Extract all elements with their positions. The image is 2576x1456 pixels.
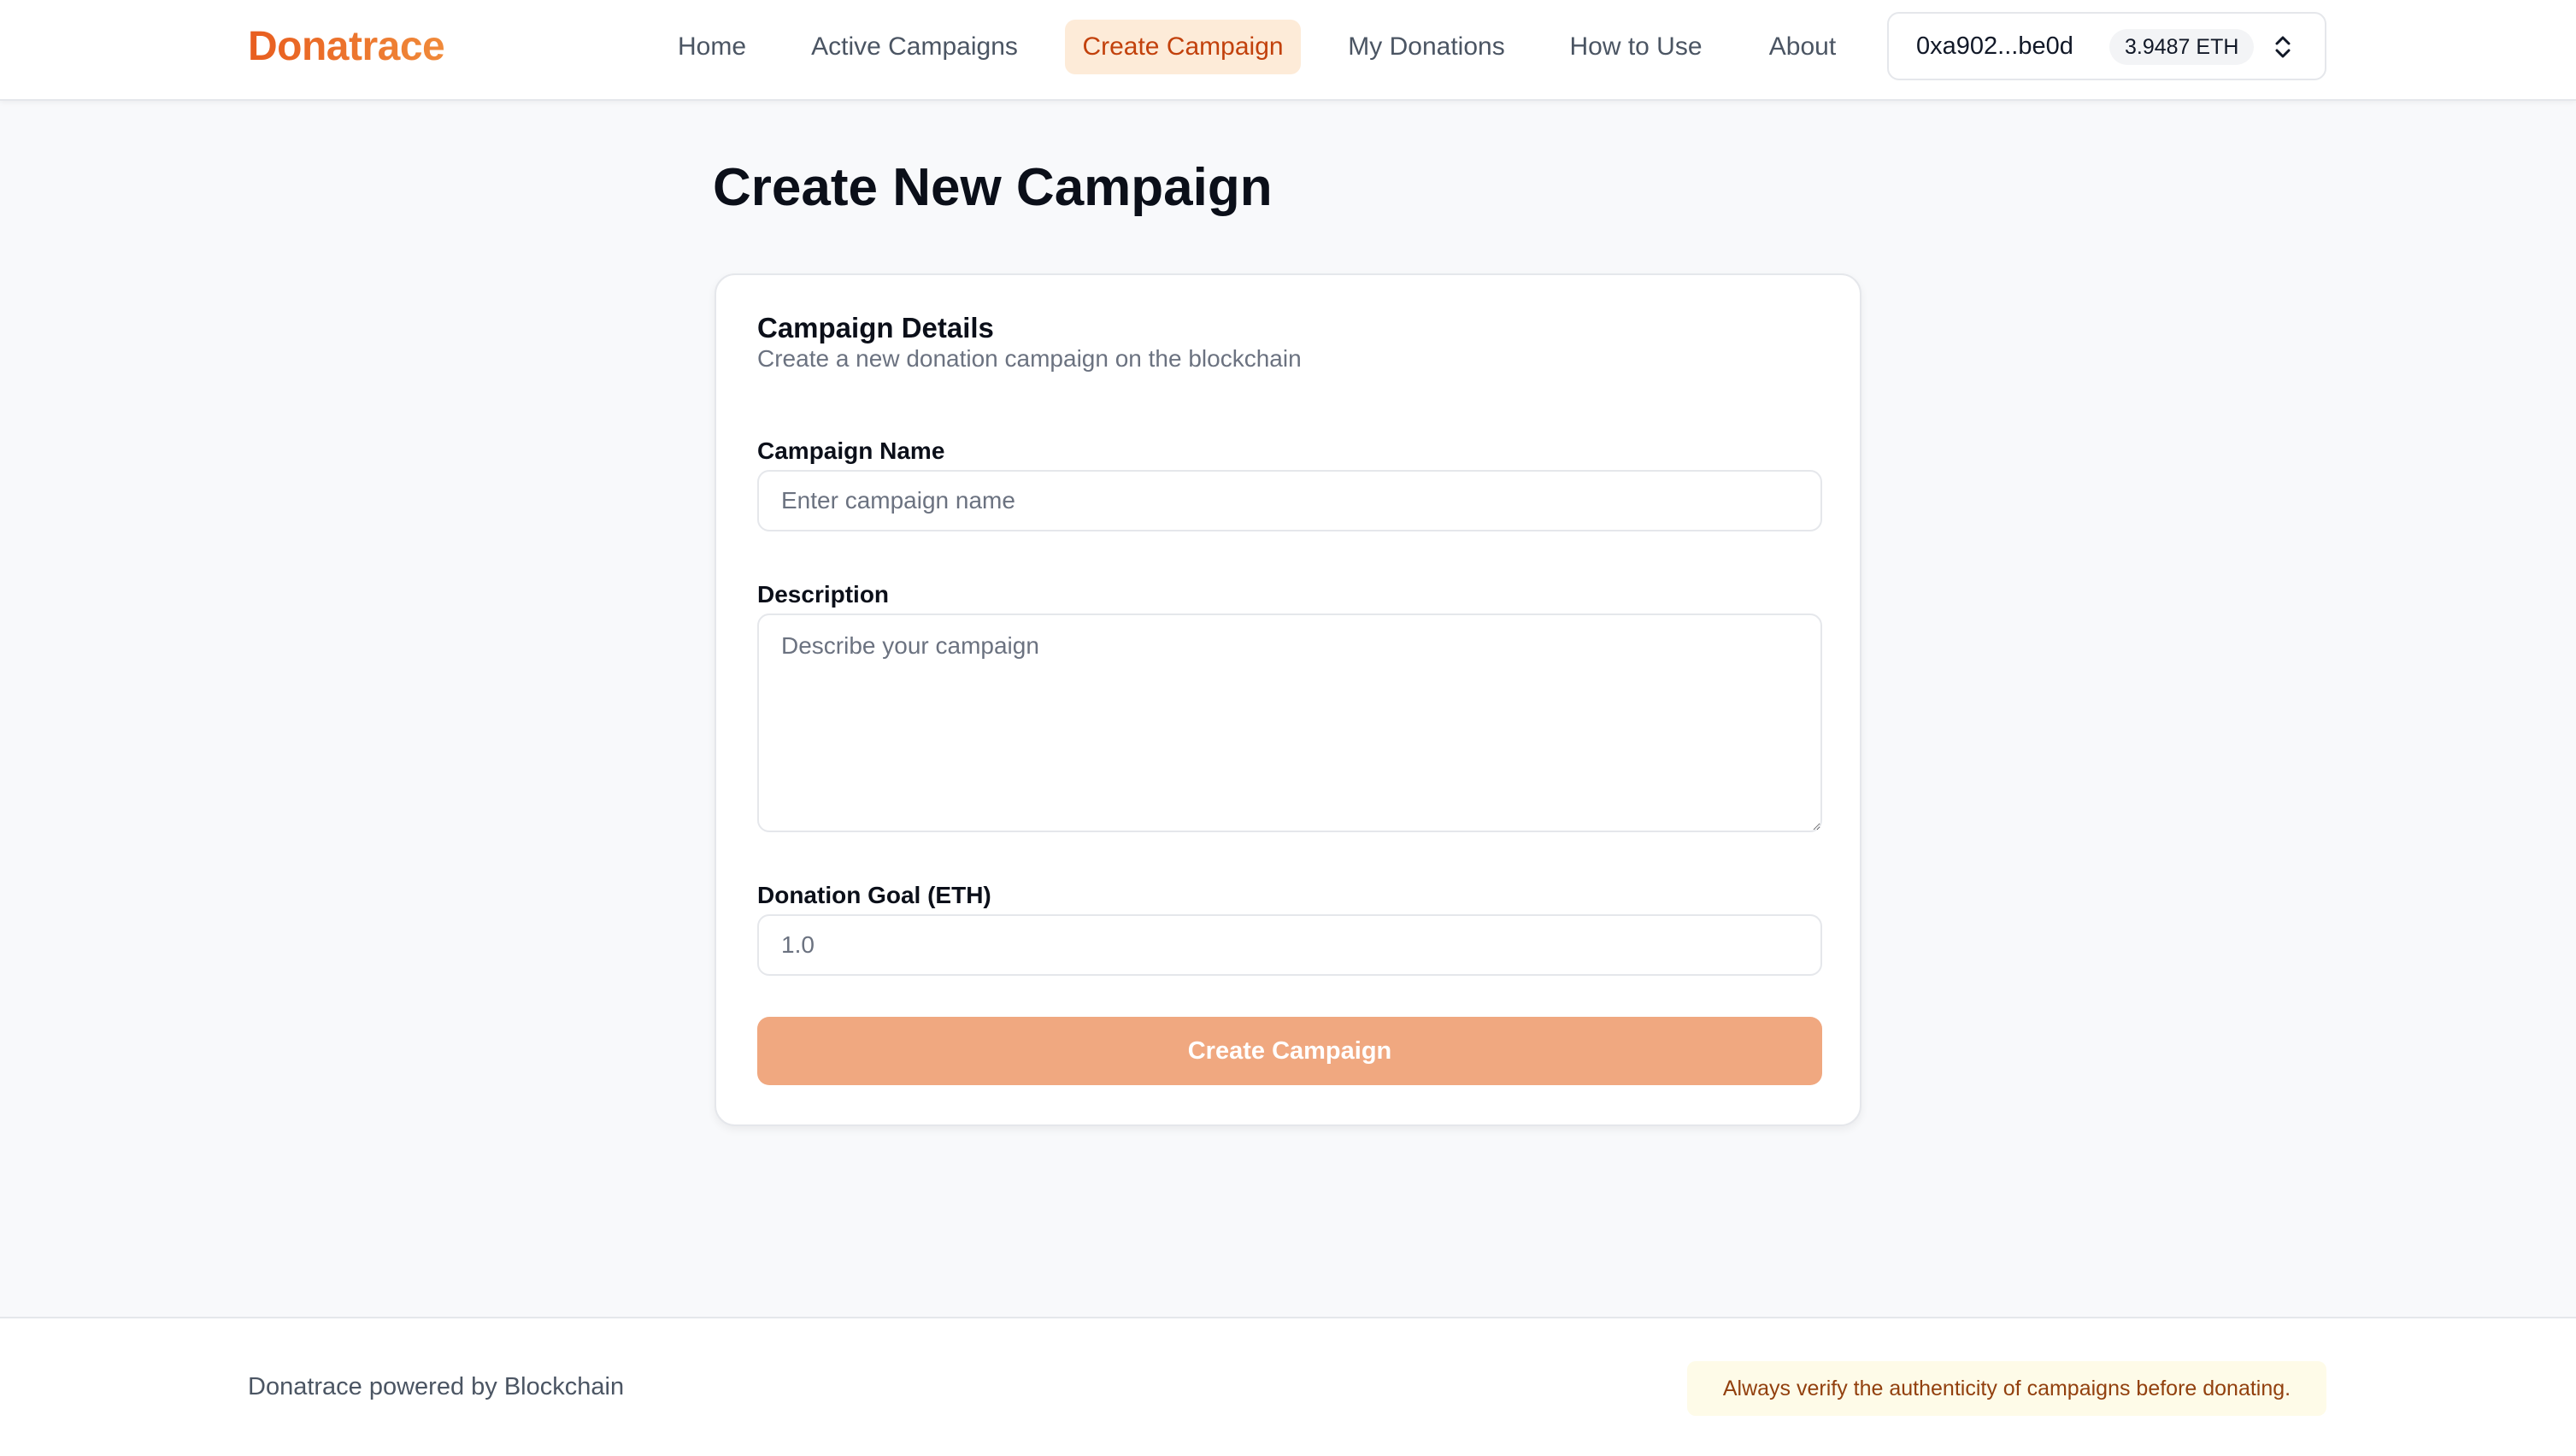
- nav-about[interactable]: About: [1749, 20, 1856, 74]
- page-title: Create New Campaign: [713, 158, 1273, 217]
- nav-how-to-use[interactable]: How to Use: [1550, 20, 1721, 74]
- campaign-details-card: Campaign Details Create a new donation c…: [715, 273, 1861, 1126]
- wallet-selector[interactable]: 0xa902...be0d 3.9487 ETH: [1887, 12, 2326, 80]
- wallet-balance-badge: 3.9487 ETH: [2109, 29, 2255, 65]
- footer-powered-by: Donatrace powered by Blockchain: [248, 1373, 625, 1400]
- campaign-name-input[interactable]: [757, 470, 1822, 531]
- campaign-name-label: Campaign Name: [757, 437, 945, 464]
- wallet-address: 0xa902...be0d: [1916, 32, 2073, 60]
- create-campaign-button[interactable]: Create Campaign: [757, 1017, 1822, 1085]
- footer-warning-banner: Always verify the authenticity of campai…: [1687, 1361, 2326, 1416]
- nav-active-campaigns[interactable]: Active Campaigns: [795, 20, 1034, 74]
- description-label: Description: [757, 581, 890, 608]
- nav-my-donations[interactable]: My Donations: [1332, 20, 1521, 74]
- nav-create-campaign[interactable]: Create Campaign: [1065, 20, 1301, 74]
- top-navbar: Donatrace Home Active Campaigns Create C…: [0, 0, 2576, 101]
- page-footer: Donatrace powered by Blockchain Always v…: [0, 1317, 2576, 1456]
- chevron-up-down-icon: [2270, 32, 2296, 62]
- card-title: Campaign Details: [757, 312, 994, 343]
- donation-goal-label: Donation Goal (ETH): [757, 882, 991, 908]
- card-subtitle: Create a new donation campaign on the bl…: [757, 345, 1302, 372]
- donation-goal-input[interactable]: [757, 914, 1822, 976]
- description-textarea[interactable]: [757, 614, 1822, 832]
- nav-home[interactable]: Home: [658, 20, 766, 74]
